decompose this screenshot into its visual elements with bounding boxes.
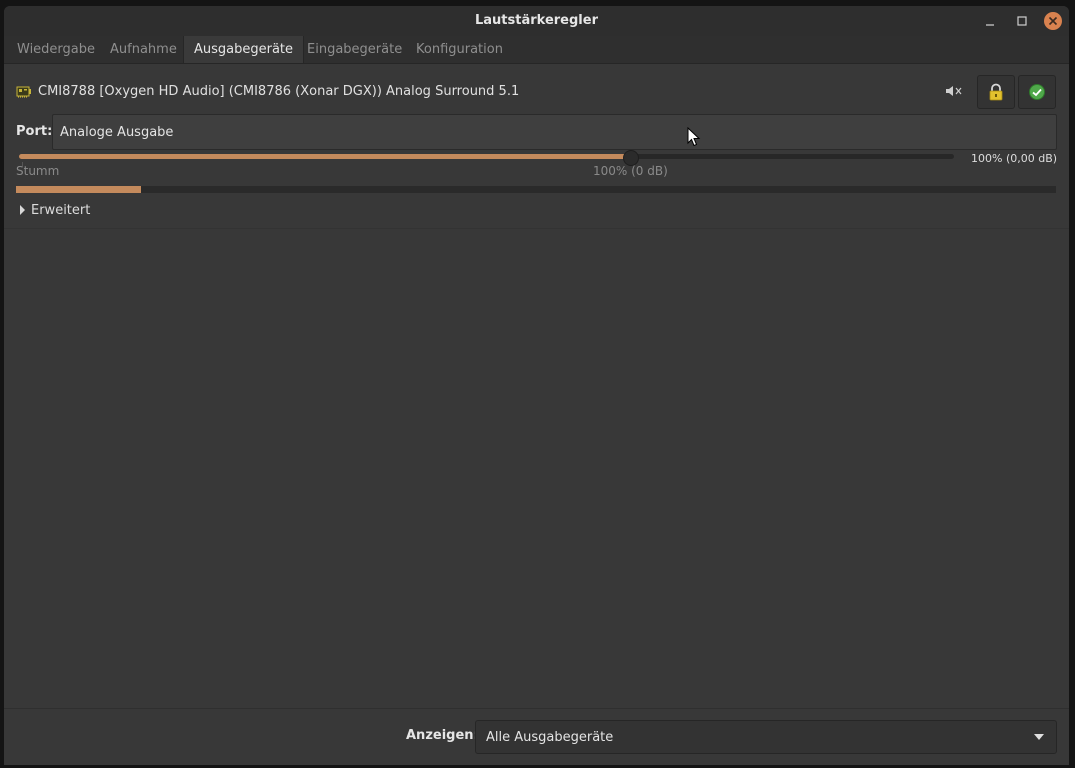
- maximize-icon: [1017, 16, 1027, 26]
- set-default-button[interactable]: [1018, 75, 1056, 109]
- minimize-icon: [986, 24, 994, 26]
- tab-bar: Wiedergabe Aufnahme Ausgabegeräte Eingab…: [4, 36, 1069, 64]
- tab-konfiguration[interactable]: Konfiguration: [406, 36, 513, 63]
- port-select[interactable]: Analoge Ausgabe: [52, 114, 1057, 150]
- port-value: Analoge Ausgabe: [60, 125, 174, 140]
- titlebar[interactable]: Lautstärkeregler: [4, 6, 1069, 36]
- peak-meter-fill: [16, 186, 141, 193]
- volume-slider-fill: [19, 154, 631, 159]
- volume-mark-100: 100% (0 dB): [593, 164, 668, 178]
- volume-slider[interactable]: [19, 154, 954, 159]
- tab-wiedergabe[interactable]: Wiedergabe: [7, 36, 105, 63]
- volume-readout: 100% (0,00 dB): [971, 152, 1058, 165]
- maximize-button[interactable]: [1012, 11, 1032, 31]
- chevron-down-icon: [1034, 734, 1044, 740]
- lock-icon: [989, 83, 1003, 101]
- divider: [4, 708, 1069, 709]
- expander-arrow-icon: [20, 205, 25, 215]
- speaker-mute-icon[interactable]: [945, 84, 963, 98]
- show-filter-value: Alle Ausgabegeräte: [486, 730, 614, 745]
- divider: [4, 228, 1069, 229]
- show-label: Anzeigen:: [406, 728, 479, 743]
- minimize-button[interactable]: [980, 11, 1000, 31]
- mouse-cursor-icon: [687, 127, 701, 147]
- tab-eingabegeraete[interactable]: Eingabegeräte: [297, 36, 412, 63]
- mixer-window: Lautstärkeregler Wiedergabe Aufnahme Aus…: [4, 6, 1069, 765]
- show-filter-dropdown[interactable]: Alle Ausgabegeräte: [475, 720, 1057, 754]
- volume-mark-mute: Stumm: [16, 164, 60, 178]
- advanced-label: Erweitert: [31, 202, 91, 218]
- tab-aufnahme[interactable]: Aufnahme: [100, 36, 187, 63]
- checkmark-icon: [1029, 84, 1045, 100]
- lock-channels-button[interactable]: [977, 75, 1015, 109]
- tab-ausgabegeraete[interactable]: Ausgabegeräte: [183, 36, 305, 63]
- close-button[interactable]: [1043, 11, 1063, 31]
- close-icon: [1044, 12, 1062, 30]
- advanced-expander[interactable]: Erweitert: [20, 201, 90, 219]
- window-title: Lautstärkeregler: [475, 13, 598, 28]
- sound-card-icon: [16, 86, 31, 98]
- peak-meter: [16, 186, 1056, 193]
- port-label: Port:: [16, 124, 53, 139]
- device-name: CMI8788 [Oxygen HD Audio] (CMI8786 (Xona…: [38, 84, 520, 99]
